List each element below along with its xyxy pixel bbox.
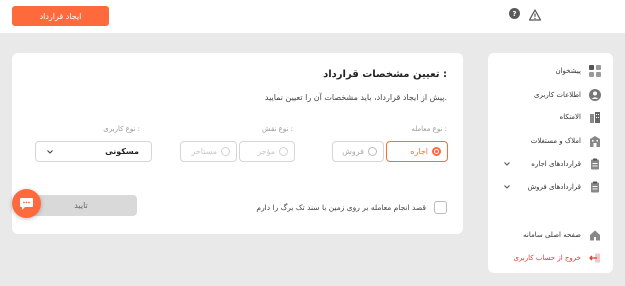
sidebar-item-label: قراردادهای اجاره [531,160,581,168]
sidebar-item-label: خروج از حساب کاربری [513,254,581,262]
sidebar-item-sale-contracts[interactable]: قراردادهای فروش [488,179,613,195]
radio-label: مستاجر [191,147,217,156]
sidebar-item-label: قراردادهای فروش [527,183,581,191]
sidebar-item-label: الامنکاه [559,113,581,121]
help-icon[interactable]: ? [509,8,520,19]
contract-spec-card: تعیین مشخصات قرارداد : پیش از ایجاد قرار… [12,53,463,234]
chat-icon [20,197,33,210]
chevron-down-icon [504,185,510,189]
confirm-button[interactable]: تایید [25,195,137,216]
logout-icon [589,252,601,264]
sidebar-item-dashboard[interactable]: پیشخوان [488,63,613,79]
role-type-lessor-radio[interactable]: مؤجر [239,141,295,162]
radio-dot [279,147,288,156]
home-icon [589,229,601,241]
radio-dot [368,147,377,156]
buildings-icon [589,111,601,123]
single-deed-land-label: قصد انجام معامله بر روی زمین با سند تک ب… [256,203,426,212]
create-contract-button[interactable]: ایجاد قرارداد [12,6,109,26]
radio-label: مؤجر [257,147,275,156]
sidebar-item-properties[interactable]: املاک و مستغلات [488,133,613,149]
chevron-down-icon [47,150,53,154]
radio-label: فروش [342,147,364,156]
top-bar: ایجاد قرارداد ? [0,0,625,33]
clipboard-icon [589,181,601,193]
page-subtitle: پیش از ایجاد قرارداد، باید مشخصات آن را … [264,93,447,102]
sidebar-item-home[interactable]: صفحه اصلی سامانه [488,227,613,243]
radio-dot [432,147,441,156]
grid-icon [589,65,601,77]
warning-icon[interactable] [529,9,541,21]
sidebar-item-estate-agency[interactable]: الامنکاه [488,109,613,125]
chevron-down-icon [504,162,510,166]
sidebar: پیشخوان اطلاعات کاربری الامنکاه املاک و … [488,53,613,273]
radio-label: اجاره [410,147,428,156]
sidebar-item-label: پیشخوان [555,67,581,75]
clipboard-icon [589,158,601,170]
sidebar-item-user-info[interactable]: اطلاعات کاربری [488,87,613,103]
sidebar-item-rental-contracts[interactable]: قراردادهای اجاره [488,156,613,172]
radio-dot [221,147,230,156]
building-icon [589,135,601,147]
usage-type-select[interactable]: مسکونی [35,141,152,162]
deal-type-rent-radio[interactable]: اجاره [386,141,448,162]
single-deed-land-row: قصد انجام معامله بر روی زمین با سند تک ب… [256,201,447,214]
sidebar-item-label: صفحه اصلی سامانه [523,231,581,239]
single-deed-land-checkbox[interactable] [434,201,447,214]
sidebar-item-label: اطلاعات کاربری [534,91,581,99]
sidebar-item-logout[interactable]: خروج از حساب کاربری [488,250,613,266]
usage-type-value: مسکونی [105,147,139,156]
sidebar-item-label: املاک و مستغلات [530,137,581,145]
chat-button[interactable] [12,189,41,218]
user-icon [589,89,601,101]
role-type-tenant-radio[interactable]: مستاجر [180,141,237,162]
role-type-label: نوع نقش : [262,125,293,133]
page-title: تعیین مشخصات قرارداد : [323,69,447,80]
deal-type-sale-radio[interactable]: فروش [332,141,384,162]
usage-type-label: نوع کاربری : [103,125,140,133]
deal-type-label: نوع معامله : [411,125,447,133]
